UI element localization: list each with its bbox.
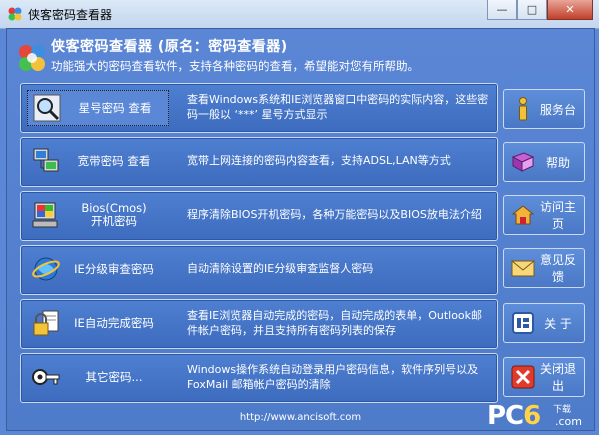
row-label: IE自动完成密码 xyxy=(74,315,154,330)
row-label: Bios(Cmos) 开机密码 xyxy=(81,201,147,228)
watermark-six: 6 xyxy=(523,401,541,431)
ie-content-password-button[interactable]: IE分级审查密码 xyxy=(27,252,167,286)
row-label: 宽带密码 查看 xyxy=(77,153,151,168)
header-title: 侠客密码查看器 (原名：密码查看器) xyxy=(51,39,288,55)
broadband-password-button[interactable]: 宽带密码 查看 xyxy=(27,144,167,178)
row-description: 查看IE浏览器自动完成的密码，自动完成的表单，Outlook邮件帐户密码，并且支… xyxy=(187,309,483,337)
bios-password-button[interactable]: Bios(Cmos) 开机密码 xyxy=(27,198,167,232)
main-panel: 侠客密码查看器 (原名：密码查看器) 功能强大的密码查看软件，支持各种密码的查看… xyxy=(6,28,595,431)
feature-row-broadband: 宽带密码 查看 宽带上网连接的密码内容查看，支持ADSL,LAN等方式 xyxy=(20,137,498,187)
asterisk-password-button[interactable]: 星号密码 查看 xyxy=(27,90,169,126)
row-label: 星号密码 查看 xyxy=(78,100,152,115)
side-label: 意见反馈 xyxy=(539,253,576,284)
key-icon xyxy=(32,369,60,385)
header-subtitle: 功能强大的密码查看软件，支持各种密码的查看，希望能对您有所帮助。 xyxy=(51,59,419,73)
close-button[interactable]: ✕ xyxy=(547,0,593,20)
maximize-button[interactable]: □ xyxy=(517,0,547,20)
network-computer-icon xyxy=(33,148,59,172)
lock-document-icon xyxy=(33,310,59,336)
feature-row-bios: Bios(Cmos) 开机密码 程序清除BIOS开机密码，各种万能密码以及BIOS… xyxy=(20,191,498,241)
side-label: 关闭退出 xyxy=(539,362,576,393)
side-label: 服务台 xyxy=(539,102,576,117)
watermark-logo: PC6 下载 .com xyxy=(487,401,591,431)
app-icon xyxy=(8,7,22,21)
window-title: 侠客密码查看器 xyxy=(28,8,113,22)
other-password-button[interactable]: 其它密码... xyxy=(27,360,167,394)
help-book-icon xyxy=(511,152,535,172)
side-label: 关 于 xyxy=(544,316,572,331)
side-label: 访问主页 xyxy=(539,200,576,231)
title-bar[interactable]: 侠客密码查看器 — □ ✕ xyxy=(0,0,599,29)
watermark-brand: PC xyxy=(487,401,524,431)
row-description: Windows操作系统自动登录用户密码信息，软件序列号以及FoxMail 邮箱帐… xyxy=(187,363,479,391)
exit-icon xyxy=(511,365,535,389)
feedback-mail-icon xyxy=(511,260,535,277)
row-label: IE分级审查密码 xyxy=(74,261,154,276)
app-logo-icon xyxy=(19,45,45,71)
exit-button[interactable]: 关闭退出 xyxy=(503,357,585,397)
watermark-com: .com xyxy=(555,415,582,428)
home-icon xyxy=(511,205,535,225)
help-button[interactable]: 帮助 xyxy=(503,142,585,182)
about-icon xyxy=(512,312,534,334)
magnifier-icon xyxy=(33,94,61,122)
info-icon xyxy=(519,97,527,121)
ie-autocomplete-password-button[interactable]: IE自动完成密码 xyxy=(27,306,167,340)
feature-row-other: 其它密码... Windows操作系统自动登录用户密码信息，软件序列号以及Fox… xyxy=(20,353,498,403)
row-description: 查看Windows系统和IE浏览器窗口中密码的实际内容，这些密码一般以 ‘***… xyxy=(187,93,489,121)
feature-row-ie-autocomplete: IE自动完成密码 查看IE浏览器自动完成的密码，自动完成的表单，Outlook邮… xyxy=(20,299,498,349)
bios-computer-icon xyxy=(32,202,58,228)
ie-globe-icon xyxy=(32,257,60,281)
feedback-button[interactable]: 意见反馈 xyxy=(503,248,585,288)
visit-homepage-button[interactable]: 访问主页 xyxy=(503,195,585,235)
side-label: 帮助 xyxy=(545,155,570,170)
minimize-button[interactable]: — xyxy=(487,0,517,20)
feature-row-asterisk: 星号密码 查看 查看Windows系统和IE浏览器窗口中密码的实际内容，这些密码… xyxy=(20,83,498,133)
feature-row-ie-content: IE分级审查密码 自动清除设置的IE分级审查监督人密码 xyxy=(20,245,498,295)
service-desk-button[interactable]: 服务台 xyxy=(503,89,585,129)
row-label: 其它密码... xyxy=(85,369,143,384)
watermark-sub: 下载 xyxy=(553,405,572,415)
row-description: 宽带上网连接的密码内容查看，支持ADSL,LAN等方式 xyxy=(187,154,451,167)
about-button[interactable]: 关 于 xyxy=(503,303,585,343)
row-description: 自动清除设置的IE分级审查监督人密码 xyxy=(187,262,374,275)
row-description: 程序清除BIOS开机密码，各种万能密码以及BIOS放电法介绍 xyxy=(187,208,482,221)
